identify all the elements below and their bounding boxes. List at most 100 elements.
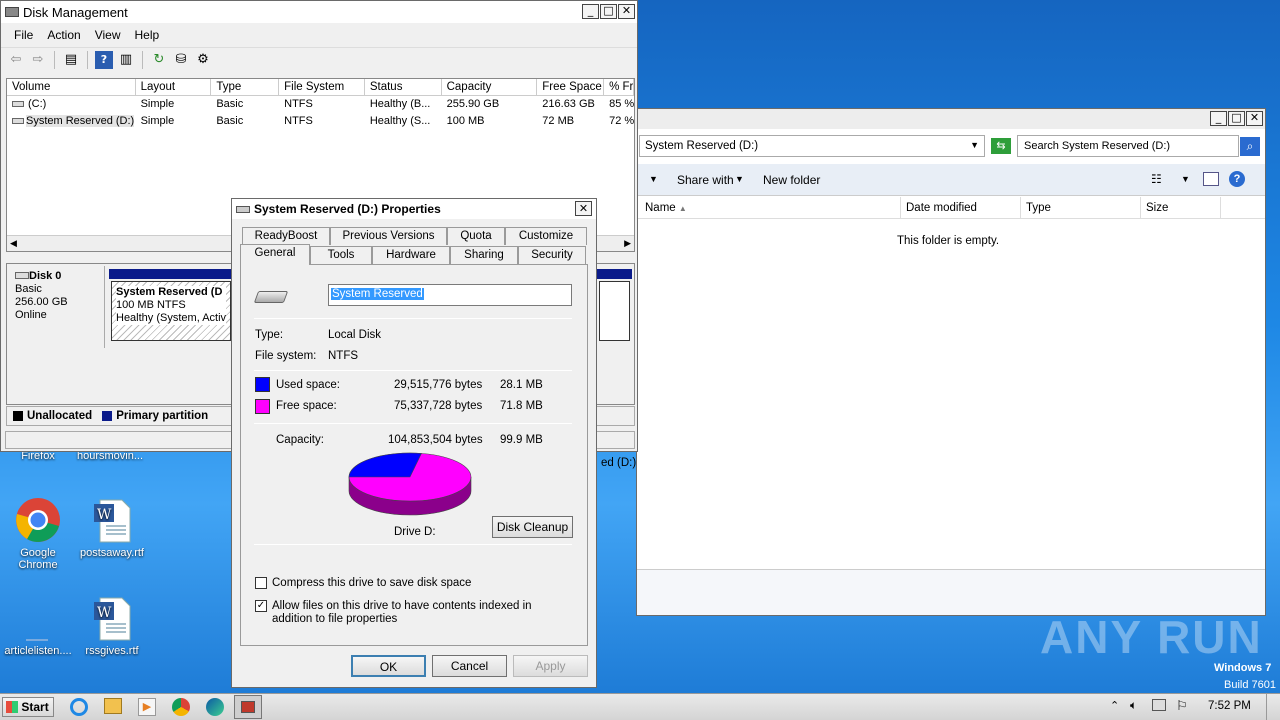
- share-with-button[interactable]: Share with: [677, 173, 734, 187]
- disk-name: Disk 0: [29, 270, 62, 282]
- explorer-titlebar: _ □ ✕: [637, 109, 1265, 129]
- view-options-icon[interactable]: ☷: [1151, 172, 1162, 186]
- close-button[interactable]: ✕: [1246, 111, 1263, 126]
- menu-help[interactable]: Help: [128, 28, 167, 42]
- disk-management-taskbar-icon[interactable]: [234, 695, 262, 719]
- tab-readyboost[interactable]: ReadyBoost: [242, 227, 330, 245]
- diskmgmt-titlebar: Disk Management _ □ ✕: [1, 1, 637, 23]
- tab-hardware[interactable]: Hardware: [372, 246, 450, 264]
- new-folder-button[interactable]: New folder: [763, 173, 820, 187]
- separator: [254, 423, 572, 424]
- show-desktop-button[interactable]: [1266, 694, 1279, 720]
- scroll-right-icon[interactable]: ▶: [624, 238, 631, 249]
- tab-tools[interactable]: Tools: [310, 246, 372, 264]
- column-size[interactable]: Size: [1141, 197, 1221, 219]
- tray-expand-icon[interactable]: ⌃: [1110, 699, 1119, 712]
- window-title: Disk Management: [23, 4, 128, 20]
- menu-view[interactable]: View: [88, 28, 128, 42]
- menu-file[interactable]: File: [7, 28, 40, 42]
- desktop-icon-rssgives[interactable]: W rssgives.rtf: [74, 596, 150, 657]
- flag-icon[interactable]: ⚐: [1176, 698, 1188, 714]
- column-capacity[interactable]: Capacity: [442, 79, 538, 95]
- edge-icon[interactable]: [206, 698, 224, 716]
- scroll-left-icon[interactable]: ◀: [10, 238, 17, 249]
- properties-icon[interactable]: ▥: [117, 51, 135, 69]
- network-icon[interactable]: [1152, 699, 1166, 711]
- column-type[interactable]: Type: [1021, 197, 1141, 219]
- address-dropdown-icon[interactable]: ▼: [970, 140, 979, 150]
- compress-label[interactable]: Compress this drive to save disk space: [272, 577, 471, 589]
- column-volume[interactable]: Volume: [7, 79, 136, 95]
- maximize-button[interactable]: □: [600, 4, 617, 19]
- refresh-icon[interactable]: ↻: [150, 51, 168, 69]
- tab-security[interactable]: Security: [518, 246, 586, 264]
- partition-c[interactable]: [599, 281, 630, 341]
- minimize-button[interactable]: _: [582, 4, 599, 19]
- settings-icon[interactable]: ⚙: [194, 51, 212, 69]
- ie-icon[interactable]: [70, 698, 88, 716]
- used-space-swatch: [255, 377, 270, 392]
- compress-checkbox[interactable]: [255, 577, 267, 589]
- help-icon[interactable]: ?: [95, 50, 113, 69]
- table-row[interactable]: System Reserved (D:) Simple Basic NTFS H…: [7, 113, 634, 130]
- index-checkbox[interactable]: ✓: [255, 600, 267, 612]
- tab-customize[interactable]: Customize: [505, 227, 587, 245]
- organize-dropdown-icon[interactable]: ▼: [649, 174, 658, 184]
- tab-general[interactable]: General: [240, 244, 310, 265]
- search-input[interactable]: Search System Reserved (D:): [1017, 135, 1239, 157]
- index-label[interactable]: Allow files on this drive to have conten…: [272, 600, 574, 626]
- explorer-taskbar-icon[interactable]: [104, 698, 122, 714]
- tab-previous-versions[interactable]: Previous Versions: [330, 227, 447, 245]
- column-percent-free[interactable]: % Fr: [604, 79, 634, 95]
- preview-pane-icon[interactable]: [1203, 172, 1219, 186]
- search-icon[interactable]: ⌕: [1240, 137, 1260, 156]
- minimize-button[interactable]: _: [1210, 111, 1227, 126]
- refresh-icon[interactable]: ⇆: [991, 138, 1011, 154]
- column-date-modified[interactable]: Date modified: [901, 197, 1021, 219]
- desktop-icon-postsaway[interactable]: W postsaway.rtf: [74, 498, 150, 559]
- column-free-space[interactable]: Free Space: [537, 79, 605, 95]
- column-name[interactable]: Name ▲: [637, 197, 901, 219]
- address-bar[interactable]: System Reserved (D:) ▼: [639, 135, 985, 157]
- column-file-system[interactable]: File System: [279, 79, 365, 95]
- details-pane: [637, 569, 1265, 615]
- media-player-icon[interactable]: ▶: [138, 698, 156, 716]
- chrome-taskbar-icon[interactable]: [172, 698, 190, 716]
- start-button[interactable]: Start: [2, 697, 54, 717]
- desktop-icon-articlelisten[interactable]: articlelisten....: [0, 598, 76, 657]
- pie-slice-used: [348, 452, 422, 478]
- help-icon[interactable]: ?: [1229, 171, 1245, 187]
- os-build: Build 7601: [1224, 679, 1276, 691]
- partition-name: System Reserved (D: [116, 286, 223, 298]
- volume-label-input[interactable]: System Reserved: [328, 284, 572, 306]
- nav-pane-item[interactable]: ed (D:): [601, 457, 636, 469]
- apply-button[interactable]: Apply: [513, 655, 588, 677]
- type-value: Local Disk: [328, 329, 382, 341]
- view-dropdown-icon[interactable]: ▼: [1181, 174, 1190, 184]
- column-type[interactable]: Type: [211, 79, 280, 95]
- close-button[interactable]: ✕: [575, 201, 592, 216]
- partition-system-reserved[interactable]: System Reserved (D 100 MB NTFS Healthy (…: [111, 281, 231, 341]
- disk-cleanup-button[interactable]: Disk Cleanup: [492, 516, 573, 538]
- rescan-icon[interactable]: ⛁: [172, 51, 190, 69]
- tab-quota[interactable]: Quota: [447, 227, 505, 245]
- back-icon[interactable]: ⇦: [7, 51, 25, 69]
- ok-button[interactable]: OK: [351, 655, 426, 677]
- column-status[interactable]: Status: [365, 79, 442, 95]
- table-row[interactable]: (C:) Simple Basic NTFS Healthy (B... 255…: [7, 96, 634, 113]
- type-label: Type:: [255, 329, 284, 341]
- clock[interactable]: 7:52 PM: [1208, 700, 1251, 712]
- tab-sharing[interactable]: Sharing: [450, 246, 518, 264]
- toolbar: ⇦ ⇨ ▤ ? ▥ ↻ ⛁ ⚙: [1, 47, 637, 71]
- desktop-icon-chrome[interactable]: Google Chrome: [0, 496, 76, 571]
- menu-action[interactable]: Action: [40, 28, 87, 42]
- cancel-button[interactable]: Cancel: [432, 655, 507, 677]
- speaker-icon[interactable]: 🔈︎: [1130, 698, 1137, 713]
- column-layout[interactable]: Layout: [136, 79, 212, 95]
- file-icon: [26, 639, 48, 641]
- console-tree-icon[interactable]: ▤: [62, 51, 80, 69]
- disk-0-label[interactable]: Disk 0 Basic 256.00 GB Online: [9, 266, 105, 348]
- forward-icon[interactable]: ⇨: [29, 51, 47, 69]
- maximize-button[interactable]: □: [1228, 111, 1245, 126]
- close-button[interactable]: ✕: [618, 4, 635, 19]
